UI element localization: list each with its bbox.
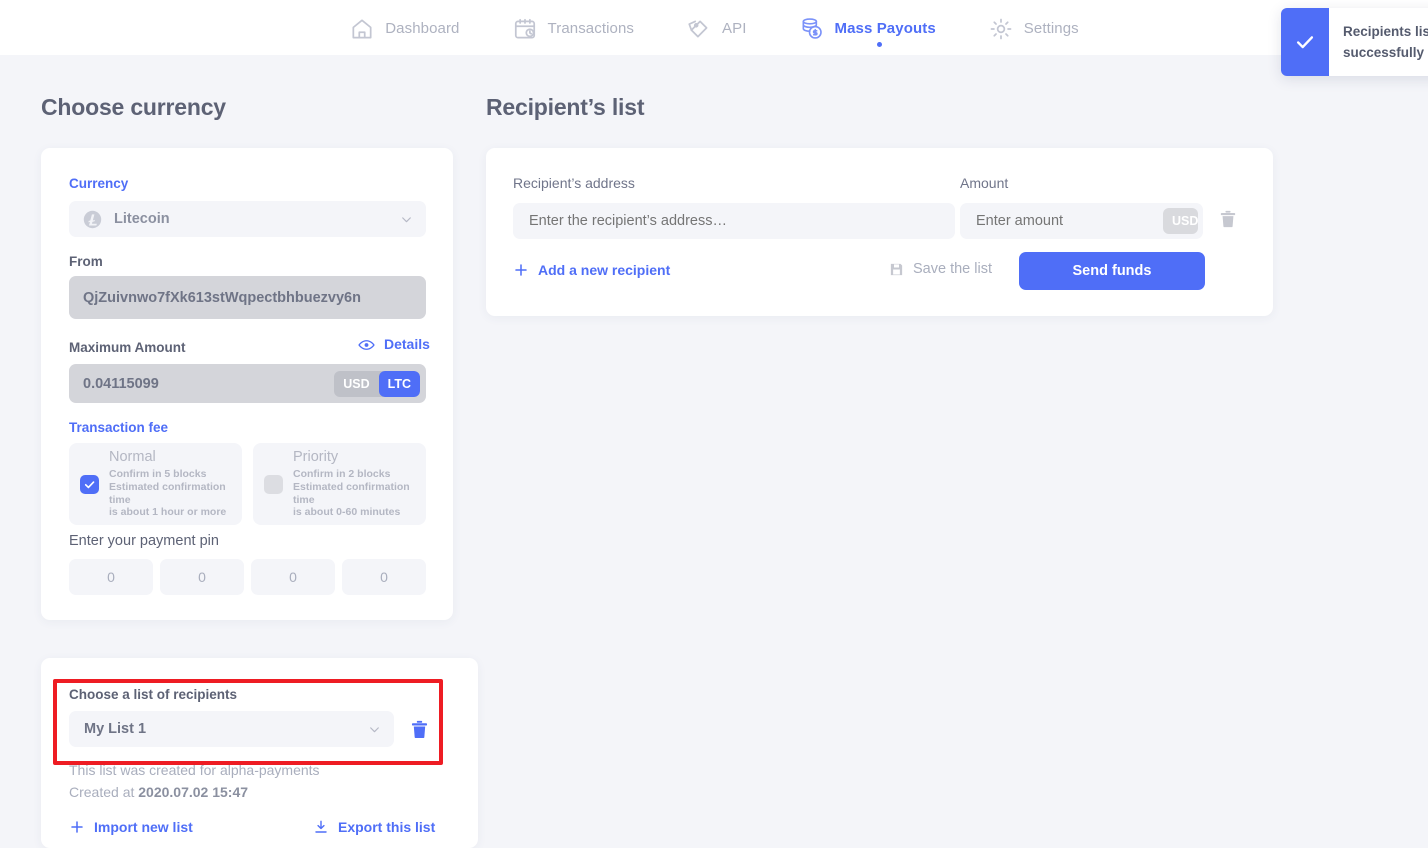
nav-item-settings[interactable]: Settings <box>988 0 1079 55</box>
toast-icon-container <box>1281 8 1329 76</box>
fee-option-priority[interactable]: Priority Confirm in 2 blocks Estimated c… <box>253 443 426 525</box>
recipient-list-select[interactable]: My List 1 <box>69 711 394 747</box>
fee-priority-line3: is about 0-60 minutes <box>293 506 401 519</box>
nav-label-transactions: Transactions <box>547 20 635 37</box>
list-created-at: Created at 2020.07.02 15:47 <box>69 784 248 800</box>
coins-dollar-icon <box>799 16 825 42</box>
fee-normal-checkbox[interactable] <box>80 474 99 494</box>
currency-select[interactable]: Litecoin <box>69 201 426 237</box>
export-this-list-label: Export this list <box>338 819 436 835</box>
download-icon <box>313 819 329 835</box>
chevron-down-icon <box>368 723 381 736</box>
payment-pin-group: 0 0 0 0 <box>69 559 426 595</box>
maximum-amount-value: 0.04115099 <box>83 375 159 392</box>
save-the-list-label: Save the list <box>913 261 992 277</box>
gear-icon <box>988 16 1014 42</box>
litecoin-icon <box>83 210 102 229</box>
add-new-recipient-button[interactable]: Add a new recipient <box>513 262 670 278</box>
list-description: This list was created for alpha-payments <box>69 762 320 778</box>
chevron-down-icon <box>400 213 413 226</box>
unit-ltc-option[interactable]: LTC <box>378 370 420 397</box>
maximum-amount-label: Maximum Amount <box>69 340 186 355</box>
amount-label: Amount <box>960 175 1009 191</box>
unit-usd-option[interactable]: USD <box>334 371 378 397</box>
details-button[interactable]: Details <box>358 336 430 352</box>
recipients-card: Recipient’s address Amount USD LTC Add a… <box>486 148 1273 316</box>
pin-digit-1[interactable]: 0 <box>69 559 153 595</box>
export-this-list-button[interactable]: Export this list <box>313 819 435 835</box>
fee-option-normal[interactable]: Normal Confirm in 5 blocks Estimated con… <box>69 443 242 525</box>
fee-normal-title: Normal <box>109 449 156 466</box>
save-the-list-button[interactable]: Save the list <box>889 261 992 277</box>
transaction-fee-label: Transaction fee <box>69 420 169 435</box>
fee-normal-line1: Confirm in 5 blocks <box>109 468 207 481</box>
fee-priority-line1: Confirm in 2 blocks <box>293 468 391 481</box>
toast-message: Recipients list successfully saved <box>1343 24 1428 60</box>
home-icon <box>349 16 375 42</box>
fee-priority-title: Priority <box>293 449 339 466</box>
list-created-at-prefix: Created at <box>69 784 139 800</box>
delete-list-button[interactable] <box>409 718 430 741</box>
pin-digit-4[interactable]: 0 <box>342 559 426 595</box>
import-new-list-label: Import new list <box>94 819 193 835</box>
page-title-recipients-list: Recipient’s list <box>486 94 645 120</box>
nav-item-api[interactable]: API <box>686 0 746 55</box>
maximum-amount-field[interactable]: 0.04115099 USD LTC <box>69 364 426 403</box>
nav-item-dashboard[interactable]: Dashboard <box>349 0 459 55</box>
pin-digit-2[interactable]: 0 <box>160 559 244 595</box>
payment-pin-label: Enter your payment pin <box>69 533 219 549</box>
nav-label-mass-payouts: Mass Payouts <box>834 20 936 37</box>
tag-icon <box>686 16 712 42</box>
amount-unit-usd-option[interactable]: USD <box>1163 208 1198 234</box>
nav-label-settings: Settings <box>1023 20 1079 37</box>
currency-unit-toggle[interactable]: USD LTC <box>334 370 420 397</box>
pin-digit-3[interactable]: 0 <box>251 559 335 595</box>
currency-value: Litecoin <box>114 211 170 227</box>
from-label: From <box>69 254 103 269</box>
add-new-recipient-label: Add a new recipient <box>538 262 671 278</box>
plus-icon <box>513 262 529 278</box>
amount-unit-toggle[interactable]: USD LTC <box>1163 208 1198 234</box>
plus-icon <box>69 819 85 835</box>
nav-label-dashboard: Dashboard <box>385 20 460 37</box>
fee-priority-text: Priority Confirm in 2 blocks Estimated c… <box>293 449 416 518</box>
currency-label: Currency <box>69 176 129 191</box>
amount-field-wrapper: USD LTC <box>960 203 1203 239</box>
import-new-list-button[interactable]: Import new list <box>69 819 193 835</box>
page-title-choose-currency: Choose currency <box>41 94 226 120</box>
floppy-disk-icon <box>889 262 904 277</box>
list-created-at-value: 2020.07.02 15:47 <box>138 784 249 800</box>
fee-priority-line2: Estimated confirmation time <box>293 480 410 506</box>
recipient-list-value: My List 1 <box>84 721 147 737</box>
recipient-address-label: Recipient’s address <box>513 175 635 191</box>
send-funds-button[interactable]: Send funds <box>1019 252 1205 290</box>
delete-recipient-row-button[interactable] <box>1218 208 1238 230</box>
toast-notification: Recipients list successfully saved <box>1281 8 1428 76</box>
recipient-address-input[interactable] <box>513 203 955 239</box>
fee-normal-text: Normal Confirm in 5 blocks Estimated con… <box>109 449 232 518</box>
currency-card: Currency Litecoin From QjZuivnwo7fXk613s… <box>41 148 453 620</box>
fee-normal-line3: is about 1 hour or more <box>109 506 227 519</box>
nav-item-mass-payouts[interactable]: Mass Payouts <box>799 0 936 55</box>
recipient-lists-card: Choose a list of recipients My List 1 Th… <box>41 658 478 848</box>
fee-priority-checkbox[interactable] <box>264 474 283 494</box>
from-address-field[interactable]: QjZuivnwo7fXk613stWqpectbhbuezvy6n <box>69 276 426 319</box>
fee-normal-line2: Estimated confirmation time <box>109 480 226 506</box>
calendar-clock-icon <box>512 16 538 42</box>
top-navigation: Dashboard Transactions API Mass Payouts … <box>0 0 1428 55</box>
choose-list-label: Choose a list of recipients <box>69 687 238 702</box>
from-address-value: QjZuivnwo7fXk613stWqpectbhbuezvy6n <box>83 289 361 306</box>
active-tab-indicator <box>877 42 883 47</box>
nav-item-transactions[interactable]: Transactions <box>512 0 635 55</box>
nav-label-api: API <box>722 20 747 37</box>
check-icon <box>1294 31 1316 53</box>
eye-icon <box>358 338 375 350</box>
details-label: Details <box>384 336 430 352</box>
amount-input[interactable] <box>976 213 1163 229</box>
